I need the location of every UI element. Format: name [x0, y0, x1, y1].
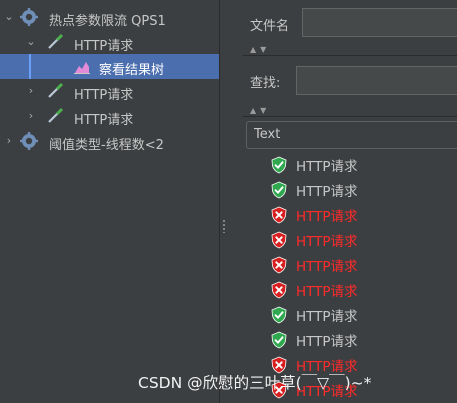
tree-item-http-request[interactable]: ⌄ HTTP请求	[0, 30, 219, 55]
result-label: HTTP请求	[296, 183, 358, 200]
tree-item-label: 热点参数限流 QPS1	[49, 14, 166, 29]
tree-item-label: HTTP请求	[74, 39, 134, 54]
collapse-arrows-icon[interactable]: ▲▼	[250, 45, 270, 54]
result-label: HTTP请求	[296, 283, 358, 300]
drag-handle-icon[interactable]	[222, 219, 226, 233]
chevron-right-icon[interactable]: ›	[26, 110, 36, 121]
success-shield-icon	[271, 306, 287, 323]
result-label: HTTP请求	[296, 208, 358, 225]
filename-label: 文件名	[250, 19, 290, 34]
section-divider	[243, 116, 457, 117]
result-row[interactable]: HTTP请求	[270, 302, 358, 327]
result-label: HTTP请求	[296, 233, 358, 250]
renderer-select[interactable]: Text	[246, 121, 457, 149]
split-pane-divider[interactable]	[219, 0, 244, 403]
chevron-down-icon[interactable]: ⌄	[26, 36, 36, 47]
tree-item-http-request[interactable]: › HTTP请求	[0, 104, 219, 129]
search-input[interactable]	[296, 66, 457, 95]
error-shield-icon	[271, 281, 287, 298]
tree-item-http-request[interactable]: › HTTP请求	[0, 79, 219, 104]
result-row[interactable]: HTTP请求	[270, 177, 358, 202]
result-row[interactable]: HTTP请求	[270, 152, 358, 177]
error-shield-icon	[271, 256, 287, 273]
tree-item-label: 阈值类型-线程数<2	[49, 138, 164, 153]
tree-item-view-results-tree[interactable]: 察看结果树	[0, 54, 219, 79]
watermark: CSDN @欣慰的三叶草(￣▽￣)~*	[138, 374, 372, 392]
tree-item-thread-group-qps[interactable]: ⌄ 热点参数限流 QPS1	[0, 5, 219, 30]
tree-item-thread-group-threads[interactable]: › 阈值类型-线程数<2	[0, 129, 219, 154]
gear-icon	[20, 8, 38, 26]
result-row[interactable]: HTTP请求	[270, 327, 358, 352]
test-plan-tree: ⌄ 热点参数限流 QPS1 ⌄ HTTP请求 察看结果树 › HTTP请求 ›	[0, 0, 219, 403]
error-shield-icon	[271, 231, 287, 248]
chevron-down-icon[interactable]: ⌄	[4, 11, 14, 22]
chevron-right-icon[interactable]: ›	[4, 135, 14, 146]
result-label: HTTP请求	[296, 258, 358, 275]
result-label: HTTP请求	[296, 333, 358, 350]
result-row[interactable]: HTTP请求	[270, 277, 358, 302]
tree-guide-line	[29, 54, 31, 79]
tree-item-label: HTTP请求	[74, 113, 134, 128]
gear-icon	[20, 132, 38, 150]
pipette-icon	[48, 82, 64, 98]
chart-listener-icon	[74, 62, 90, 74]
filename-input[interactable]	[302, 8, 457, 37]
tree-item-label: 察看结果树	[99, 63, 165, 78]
collapse-arrows-icon[interactable]: ▲▼	[250, 106, 270, 115]
result-row[interactable]: HTTP请求	[270, 202, 358, 227]
result-row[interactable]: HTTP请求	[270, 252, 358, 277]
pipette-icon	[48, 107, 64, 123]
tree-item-label: HTTP请求	[74, 88, 134, 103]
chevron-right-icon[interactable]: ›	[26, 85, 36, 96]
success-shield-icon	[271, 156, 287, 173]
pipette-icon	[48, 33, 64, 49]
result-row[interactable]: HTTP请求	[270, 227, 358, 252]
success-shield-icon	[271, 331, 287, 348]
result-label: HTTP请求	[296, 158, 358, 175]
section-divider	[243, 55, 457, 56]
search-label: 查找:	[250, 76, 281, 91]
result-label: HTTP请求	[296, 308, 358, 325]
error-shield-icon	[271, 206, 287, 223]
success-shield-icon	[271, 181, 287, 198]
